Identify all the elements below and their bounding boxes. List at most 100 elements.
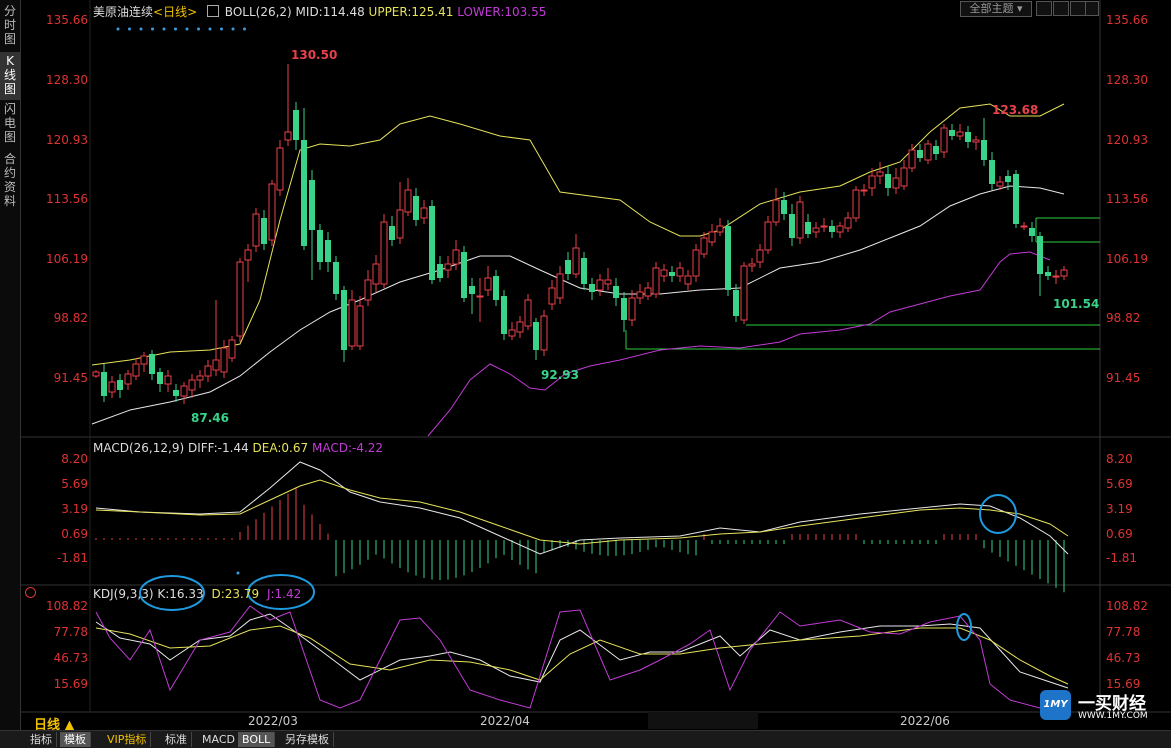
candle-body	[772, 199, 780, 223]
candle-body	[204, 365, 212, 377]
event-dot	[243, 27, 246, 31]
candle-body	[565, 260, 571, 274]
grid-icon[interactable]	[1036, 1, 1052, 16]
candle-body	[965, 132, 971, 142]
macd-tick-left: 8.20	[61, 452, 88, 466]
boll-lower: LOWER:103.55	[457, 5, 547, 19]
symbol-name[interactable]: 美原油连续	[93, 5, 153, 19]
candle-body	[117, 380, 123, 390]
tab-vip-indicator[interactable]: VIP指标	[103, 732, 152, 747]
candle-body	[892, 177, 900, 189]
settings-icon[interactable]	[1053, 1, 1069, 16]
candle-body	[516, 321, 524, 333]
tab-indicator[interactable]: 指标	[26, 732, 57, 747]
macd-tick-right: -1.81	[1106, 551, 1138, 565]
candle-body	[725, 226, 731, 290]
candle-body	[524, 299, 532, 327]
kdj-tick-left: 15.69	[53, 677, 88, 691]
price-tick-left: 106.19	[46, 252, 88, 266]
kdj-tick-left: 77.78	[53, 625, 88, 639]
candle-body	[309, 180, 315, 230]
macd-name[interactable]: MACD(26,12,9)	[93, 441, 184, 455]
tab-standard[interactable]: 标准	[161, 732, 192, 747]
price-tick-left: 98.82	[53, 311, 88, 325]
candle-body	[413, 196, 419, 220]
candle-body	[476, 295, 484, 298]
candle-body	[380, 221, 388, 285]
candle-body	[301, 140, 307, 246]
candle-body	[908, 149, 916, 169]
time-axis-mask	[648, 712, 758, 729]
kdj-header: KDJ(9,3,3) K:16.33 D:23.79 J:1.42	[93, 587, 301, 601]
candle-body	[812, 227, 820, 233]
theme-select[interactable]: 全部主题 ▾	[960, 1, 1032, 17]
price-tick-right: 128.30	[1106, 73, 1148, 87]
candle-body	[92, 371, 100, 377]
candle-body	[581, 258, 587, 284]
tab-macd[interactable]: MACD	[198, 732, 240, 747]
price-tick-right: 135.66	[1106, 13, 1148, 27]
candle-body	[108, 381, 116, 393]
boll-toggle-icon[interactable]	[206, 5, 219, 17]
kdj-d: D:23.79	[211, 587, 260, 601]
candle-body	[733, 290, 739, 316]
candle-body	[333, 262, 339, 294]
candle-body	[644, 287, 652, 297]
kdj-j: J:1.42	[266, 587, 302, 601]
candle-body	[404, 189, 412, 213]
candle-body	[236, 261, 244, 337]
tab-template[interactable]: 模板	[60, 732, 91, 747]
tab-save-template[interactable]: 另存模板	[281, 732, 334, 747]
candle-body	[420, 207, 428, 219]
macd-diff: DIFF:-1.44	[187, 441, 249, 455]
candle-body	[660, 269, 668, 277]
candle-body	[244, 249, 252, 261]
candle-body	[781, 200, 787, 214]
candle-body	[805, 222, 811, 234]
candle-body	[348, 299, 356, 347]
macd-tick-left: 5.69	[61, 477, 88, 491]
tab-boll[interactable]: BOLL	[238, 732, 276, 747]
candle-body	[572, 247, 580, 275]
candle-body	[364, 279, 372, 301]
candle-body	[101, 372, 107, 396]
candle-body	[796, 201, 804, 239]
bottom-toolbar: 指标 模板 VIP指标 标准 MACD BOLL 另存模板	[0, 730, 1171, 748]
candle-body	[604, 279, 612, 285]
time-label: 2022/04	[480, 714, 530, 728]
macd-panel	[95, 461, 1069, 593]
candle-body	[1052, 275, 1060, 278]
event-dot	[185, 27, 189, 31]
candle-body	[885, 174, 891, 188]
price-tick-left: 135.66	[46, 13, 88, 27]
candle-body	[548, 287, 556, 305]
candle-body	[508, 329, 516, 337]
candle-body	[533, 322, 539, 350]
window-icon[interactable]	[1070, 1, 1086, 16]
candle-body	[325, 240, 331, 262]
candle-body	[876, 171, 884, 177]
candle-body	[356, 305, 364, 347]
candle-body	[764, 221, 772, 251]
macd-tick-left: 0.69	[61, 527, 88, 541]
candle-body	[173, 390, 179, 396]
candle-body	[149, 354, 155, 374]
candle-body	[556, 273, 564, 299]
period-label[interactable]: <日线>	[153, 5, 197, 19]
candle-body	[220, 347, 228, 373]
candle-body	[493, 276, 499, 300]
candle-body	[924, 143, 932, 161]
candle-body	[972, 139, 980, 143]
candle-body	[1013, 174, 1019, 224]
kdj-panel	[95, 605, 1069, 709]
price-tick-right: 113.56	[1106, 192, 1148, 206]
macd-tick-left: 3.19	[61, 502, 88, 516]
price-tick-right: 98.82	[1106, 311, 1141, 325]
kdj-name[interactable]: KDJ(9,3,3)	[93, 587, 154, 601]
price-tick-left: 91.45	[53, 371, 88, 385]
indicator-dot-icon[interactable]	[25, 587, 36, 598]
candle-body	[789, 214, 795, 238]
close-icon[interactable]	[1085, 1, 1099, 16]
low-annotation: 92.93	[541, 368, 579, 382]
boll-name[interactable]: BOLL(26,2)	[225, 5, 292, 19]
